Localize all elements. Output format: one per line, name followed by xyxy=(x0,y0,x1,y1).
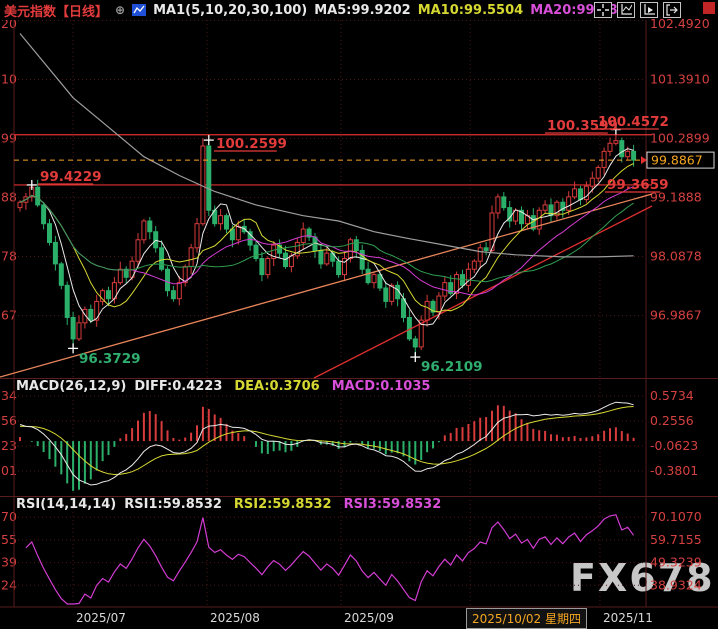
svg-text:24: 24 xyxy=(1,577,17,592)
price-annotation: 99.4229 xyxy=(40,169,102,185)
svg-text:101.3910: 101.3910 xyxy=(650,71,710,86)
macd-lines xyxy=(19,401,634,486)
svg-text:70: 70 xyxy=(1,509,17,524)
svg-text:78: 78 xyxy=(1,248,17,263)
svg-text:0.5734: 0.5734 xyxy=(650,388,694,403)
chart-canvas[interactable]: 102.492020101.391010100.28999999.1888889… xyxy=(0,0,718,629)
price-annotation: 96.3729 xyxy=(79,351,141,367)
trendline xyxy=(0,193,653,378)
svg-text:102.4920: 102.4920 xyxy=(650,16,710,31)
x-axis-label-jul: 2025/07 xyxy=(76,611,126,625)
svg-text:59.7155: 59.7155 xyxy=(650,532,702,547)
price-annotation: 100.2599 xyxy=(216,136,287,152)
rsi-params-label: RSI(14,14,14) xyxy=(16,497,117,512)
axis-play-icon[interactable] xyxy=(640,2,658,18)
period-label: 【日线】 xyxy=(56,4,109,20)
svg-text:39: 39 xyxy=(1,555,17,570)
x-axis-label-selected-date: 2025/10/02 星期四 xyxy=(466,608,587,629)
dea-line xyxy=(20,406,634,476)
svg-text:23: 23 xyxy=(1,438,17,453)
rsi-line xyxy=(25,514,635,605)
symbol-title: 美元指数 xyxy=(4,4,57,20)
price-annotation: 100.3599 xyxy=(547,118,618,134)
rsi3-value: RSI3:59.8532 xyxy=(343,497,442,512)
corner-red-button[interactable] xyxy=(703,2,715,14)
svg-text:-0.0623: -0.0623 xyxy=(650,438,698,453)
ma5-value: MA5:99.9202 xyxy=(314,2,411,18)
ma20-line xyxy=(19,186,634,296)
axis-scale-icon[interactable] xyxy=(617,2,635,18)
macd-diff-value: DIFF:0.4223 xyxy=(134,379,223,394)
diff-line xyxy=(19,401,634,486)
last-price-marker: 99.8867 xyxy=(14,151,715,169)
svg-text:96.9867: 96.9867 xyxy=(650,308,702,323)
svg-text:67: 67 xyxy=(1,308,17,323)
rsi-panel-header: RSI(14,14,14) RSI1:59.8532 RSI2:59.8532 … xyxy=(16,497,441,512)
trading-chart-app: FX678 102.4920 20 101.3910 10 100.2899 99 99.1… xyxy=(0,0,718,629)
ma30-line xyxy=(19,194,634,283)
macd-value: MACD:0.1035 xyxy=(331,379,431,394)
chart-type-icon[interactable] xyxy=(132,4,147,16)
exit-icon[interactable] xyxy=(663,2,681,18)
macd-histogram xyxy=(19,405,635,491)
svg-text:100.2899: 100.2899 xyxy=(650,131,710,146)
svg-text:99: 99 xyxy=(1,131,17,146)
add-indicator-icon[interactable]: ⊕ xyxy=(115,3,125,17)
macd-dea-value: DEA:0.3706 xyxy=(234,379,320,394)
macd-panel-header: MACD(26,12,9) DIFF:0.4223 DEA:0.3706 MAC… xyxy=(16,379,430,394)
price-annotation: 99.3659 xyxy=(607,177,669,193)
trendline xyxy=(313,205,653,379)
panel-borders xyxy=(0,20,718,608)
crosshair-icon[interactable] xyxy=(594,2,612,18)
price-annotation: 96.2109 xyxy=(421,359,483,375)
svg-text:10: 10 xyxy=(1,71,17,86)
x-axis-label-sep: 2025/09 xyxy=(344,611,394,625)
svg-text:98.0878: 98.0878 xyxy=(650,248,702,263)
chart-toolbar xyxy=(594,2,681,18)
grid-layer xyxy=(14,20,646,607)
candles-layer xyxy=(17,129,637,358)
svg-text:99.8867: 99.8867 xyxy=(651,153,703,168)
svg-text:34: 34 xyxy=(1,388,17,403)
x-axis-label-aug: 2025/08 xyxy=(210,611,260,625)
svg-text:49.3239: 49.3239 xyxy=(650,555,702,570)
svg-text:70.1070: 70.1070 xyxy=(650,509,702,524)
svg-text:55: 55 xyxy=(1,532,17,547)
rsi1-value: RSI1:59.8532 xyxy=(124,497,222,512)
rsi2-value: RSI2:59.8532 xyxy=(233,497,332,512)
x-axis-label-nov: 2025/11 xyxy=(603,611,653,625)
ma10-value: MA10:99.5504 xyxy=(417,2,524,18)
chart-header: 美元指数 【日线】 ⊕ MA1(5,10,20,30,100) MA5:99.9… xyxy=(0,0,636,20)
ma-group-label: MA1(5,10,20,30,100) xyxy=(153,2,308,18)
svg-text:88: 88 xyxy=(1,190,17,205)
svg-text:56: 56 xyxy=(1,413,17,428)
svg-text:0.2556: 0.2556 xyxy=(650,413,694,428)
svg-text:-0.3801: -0.3801 xyxy=(650,463,698,478)
macd-params-label: MACD(26,12,9) xyxy=(16,379,127,394)
svg-text:38.9324: 38.9324 xyxy=(650,577,702,592)
svg-text:01: 01 xyxy=(1,463,17,478)
